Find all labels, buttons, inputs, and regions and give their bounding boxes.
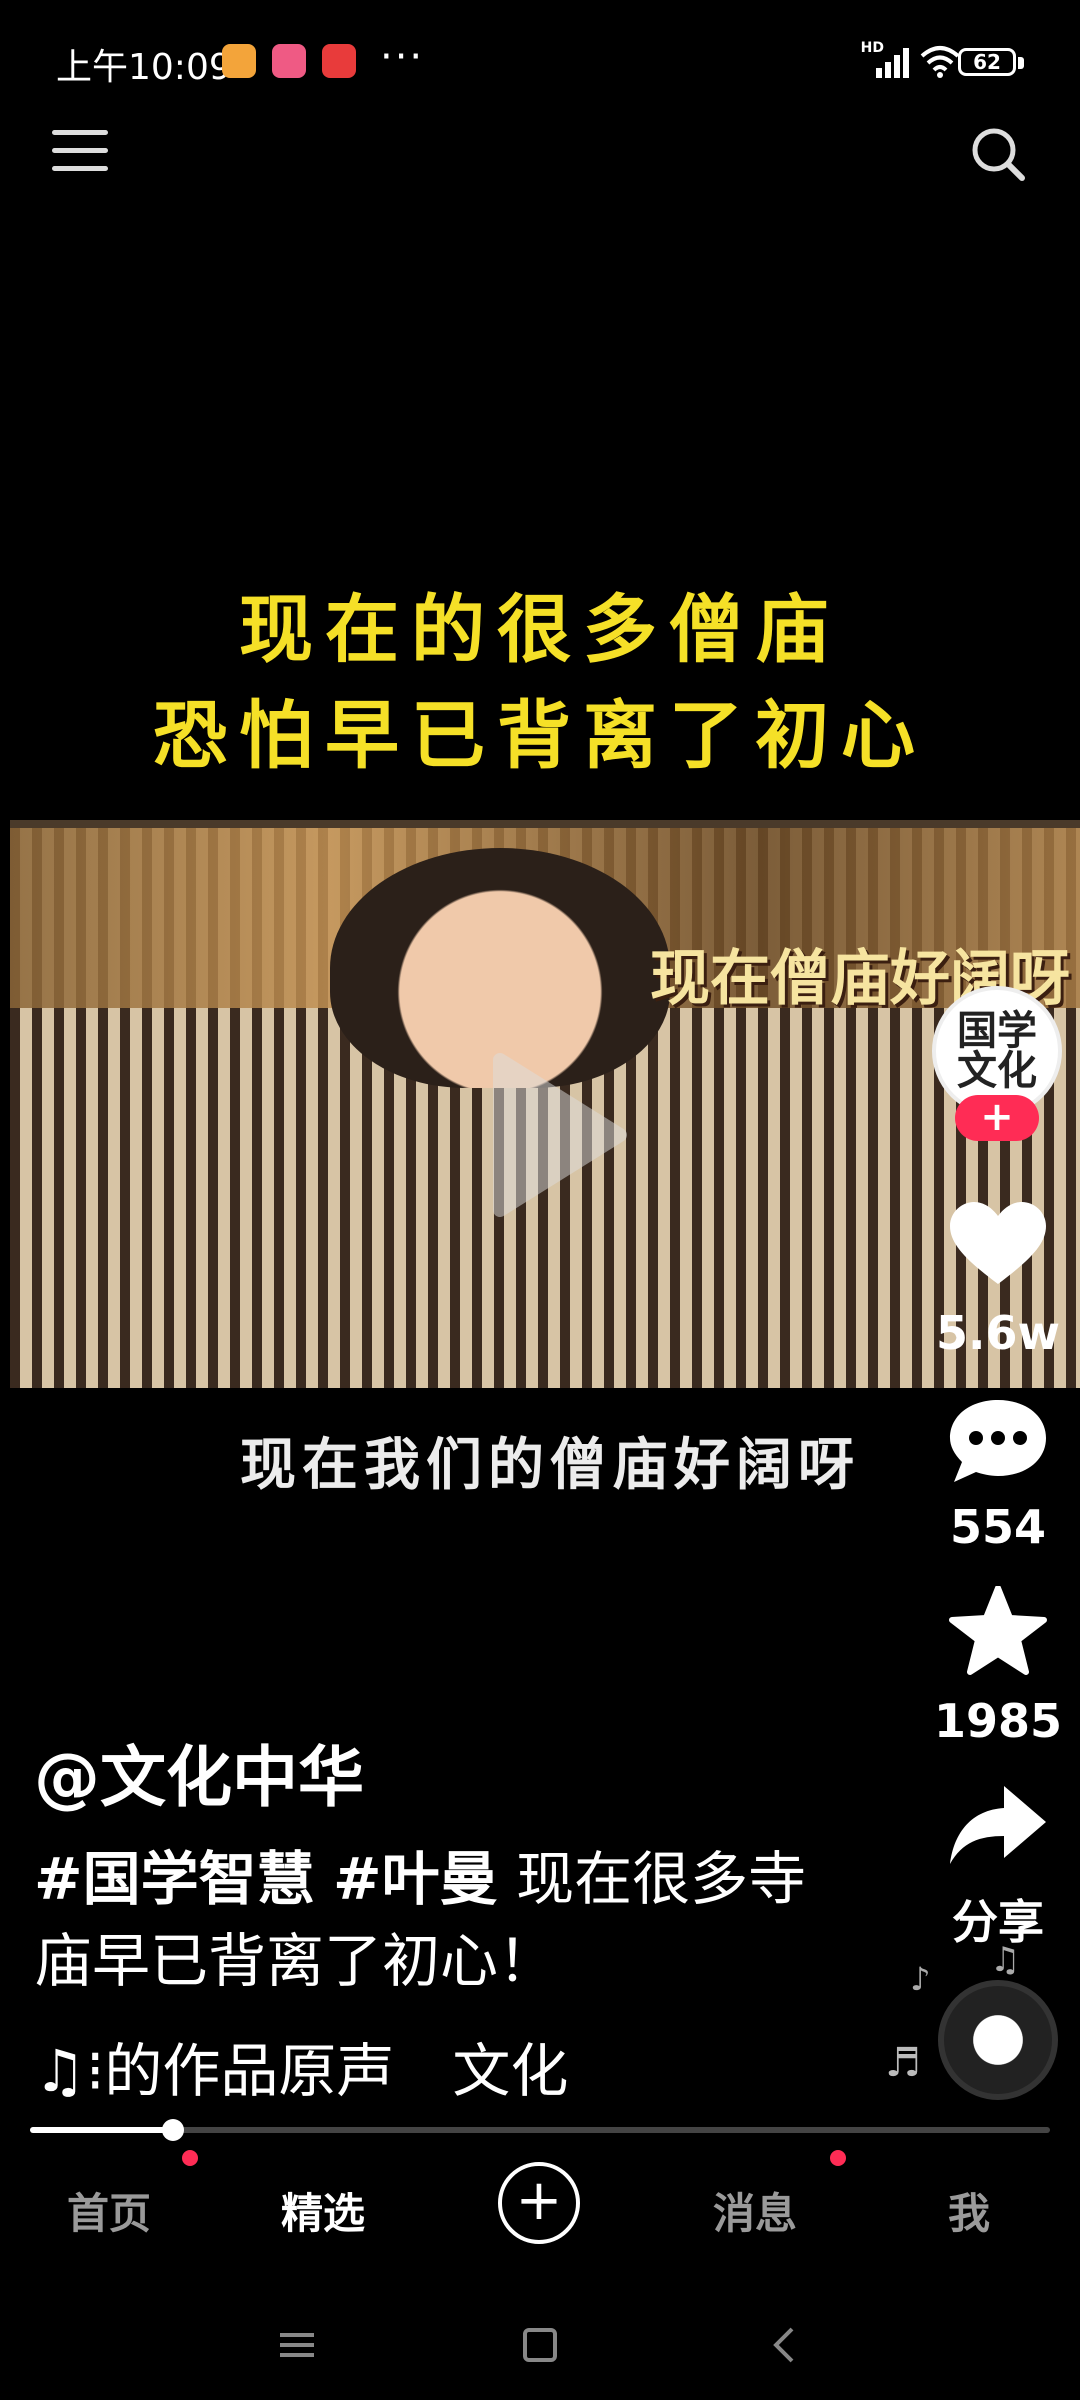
system-back-icon[interactable] (750, 2315, 820, 2375)
system-home-icon[interactable] (505, 2315, 575, 2375)
favorite-count: 1985 (933, 1694, 1063, 1748)
tab-featured[interactable]: 精选 (238, 2180, 408, 2241)
follow-button[interactable]: + (955, 1095, 1039, 1141)
music-note-icon: ♬ (885, 2040, 921, 2086)
notification-app-icon (272, 44, 306, 78)
music-note-icon: ♪ (910, 1960, 931, 1998)
status-more-icon: ··· (380, 34, 425, 80)
post-description: #国学智慧 #叶曼 现在很多寺庙早已背离了初心！ (34, 1838, 864, 2002)
star-icon[interactable] (946, 1586, 1050, 1676)
wifi-icon (920, 46, 960, 78)
home-notification-dot (182, 2150, 198, 2166)
progress-fill (30, 2127, 173, 2133)
hd-label: HD (860, 40, 884, 56)
notification-news-icon (322, 44, 356, 78)
status-bar: 上午10:09 ··· HD 62 (0, 0, 1080, 120)
system-menu-icon[interactable] (262, 2315, 332, 2375)
battery-icon: 62 (958, 48, 1016, 76)
tab-me[interactable]: 我 (884, 2180, 1054, 2241)
like-count: 5.6w (936, 1306, 1060, 1360)
progress-thumb[interactable] (161, 2119, 184, 2141)
hashtag-2[interactable]: #叶曼 (333, 1845, 498, 1913)
comment-icon[interactable] (946, 1396, 1050, 1486)
heart-icon[interactable] (946, 1200, 1050, 1290)
author-name[interactable]: @文化中华 (34, 1724, 364, 1820)
battery-level: 62 (973, 50, 1001, 74)
notification-book-icon (222, 44, 256, 78)
tab-home[interactable]: 首页 (24, 2180, 194, 2241)
search-icon[interactable] (968, 124, 1028, 184)
music-note-icon: ♫ (990, 1940, 1021, 1980)
battery-tip (1018, 57, 1024, 69)
video-subtitle: 现在我们的僧庙好阔呀 (240, 1433, 860, 1498)
avatar-text: 国学文化 (957, 1008, 1037, 1094)
video-caption-line1: 现在的很多僧庙 (239, 587, 841, 673)
messages-notification-dot (830, 2150, 846, 2166)
share-icon[interactable] (946, 1780, 1050, 1870)
status-time: 上午10:09 (56, 47, 232, 88)
music-title[interactable]: ♫⁝的作品原声 文化 (34, 2024, 594, 2108)
play-icon[interactable] (480, 1050, 630, 1220)
hashtag-1[interactable]: #国学智慧 (34, 1845, 315, 1913)
add-button[interactable]: + (498, 2162, 580, 2244)
comment-count: 554 (949, 1500, 1047, 1554)
video-caption-line2: 恐怕早已背离了初心 (153, 693, 927, 779)
music-disc-icon[interactable] (938, 1980, 1058, 2100)
menu-icon[interactable] (52, 130, 108, 178)
tab-messages[interactable]: 消息 (670, 2180, 840, 2241)
